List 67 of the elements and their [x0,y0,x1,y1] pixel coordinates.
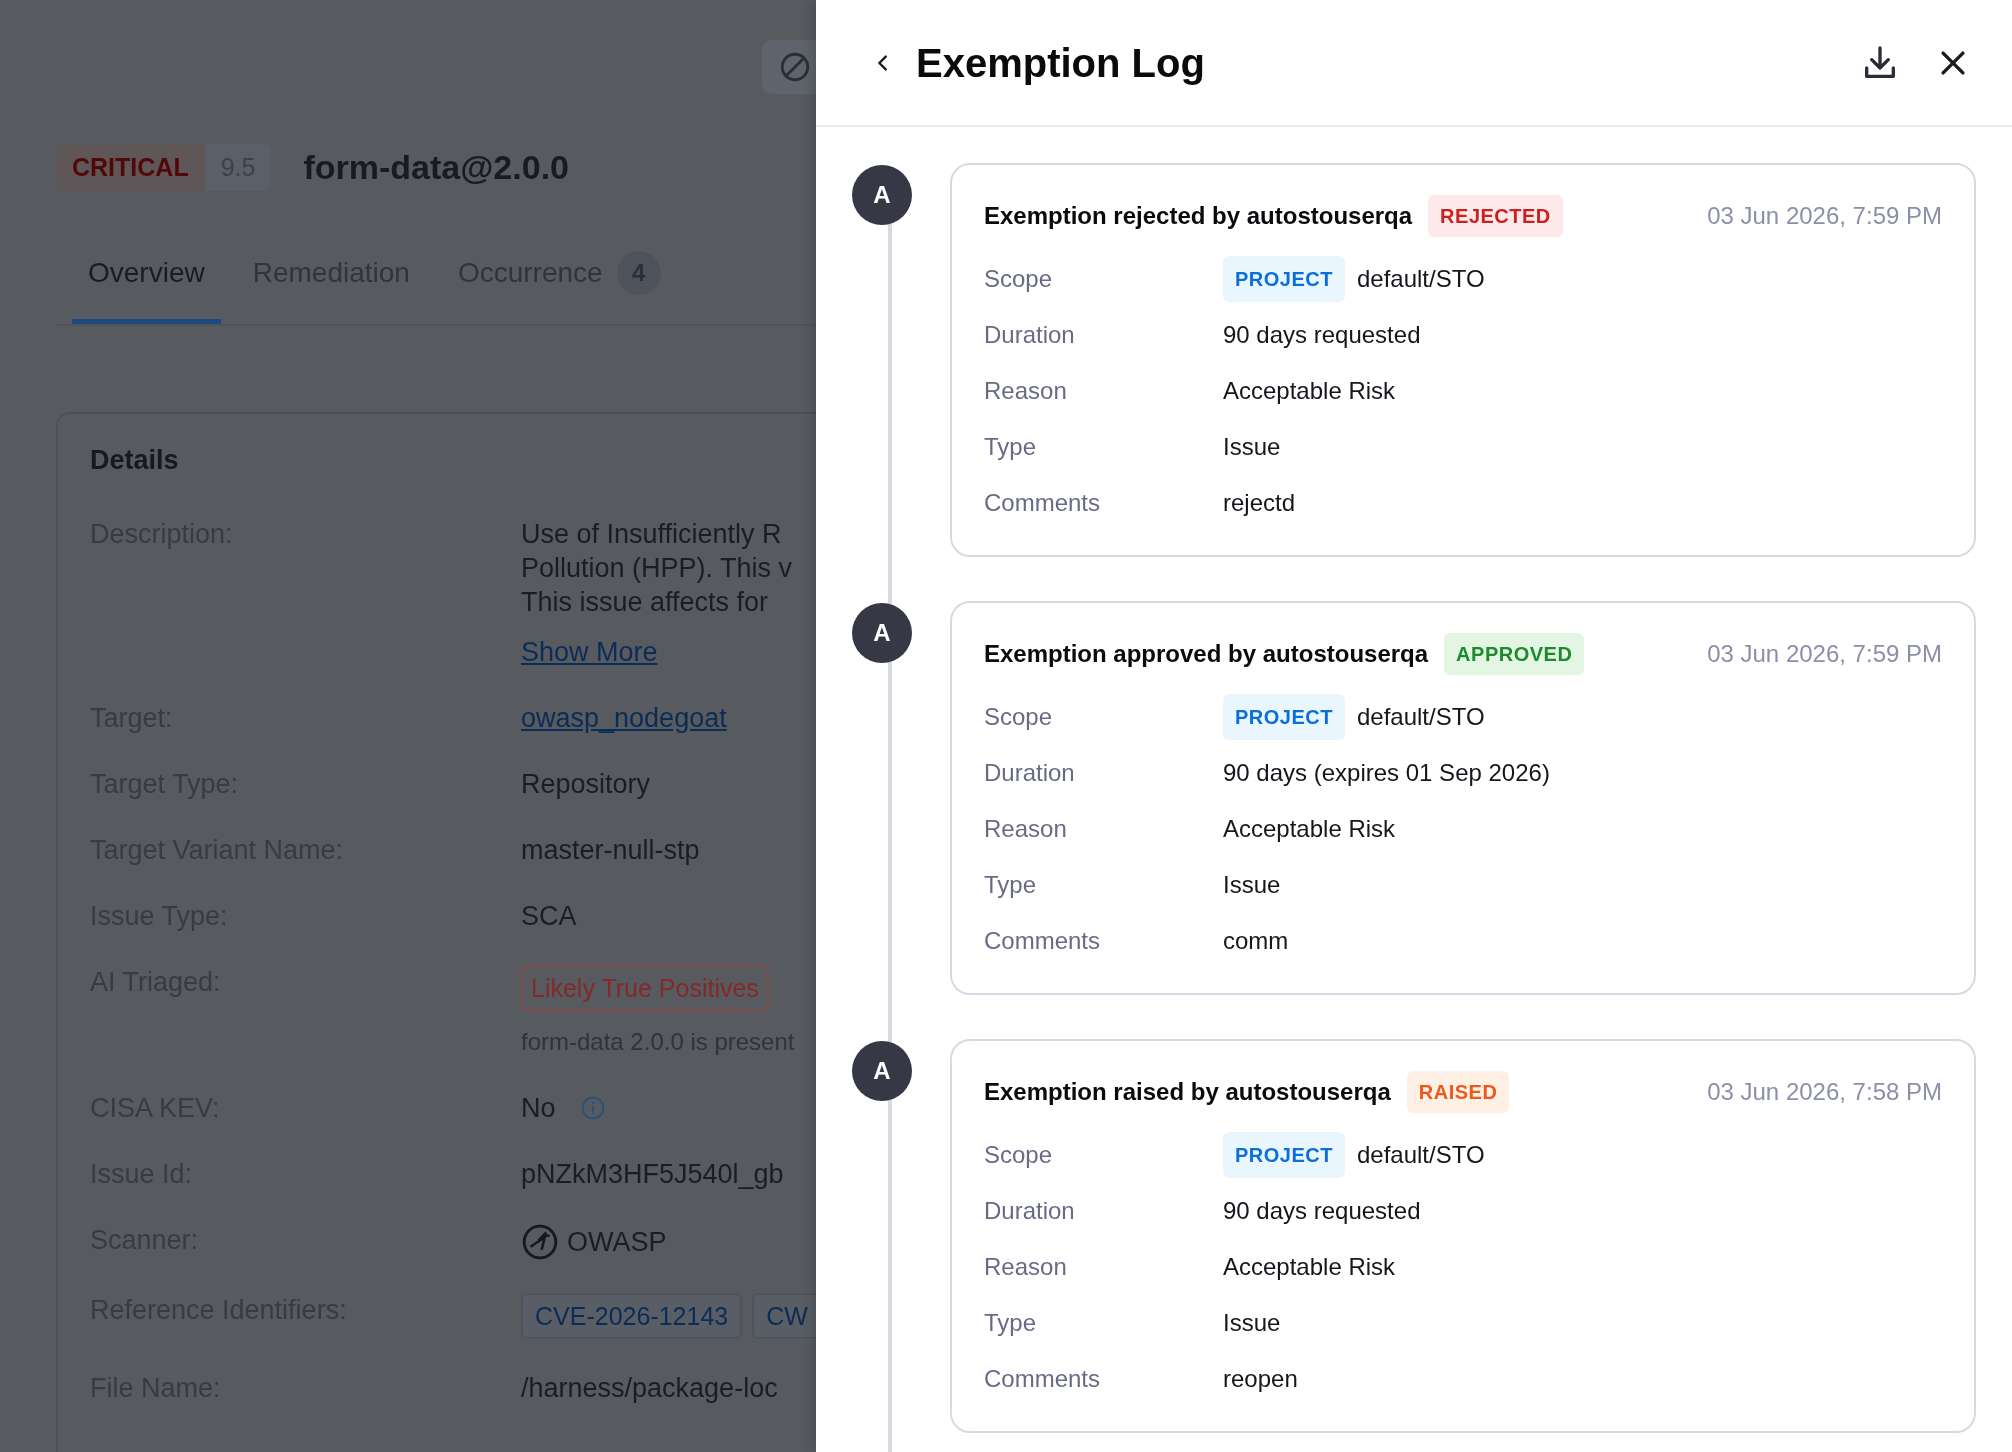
field-label: Reason [984,1252,1068,1282]
field-value: comm [1223,926,1289,956]
issue-title: form-data@2.0.0 [303,147,569,188]
field-value: Acceptable Risk [1223,814,1396,844]
reference-chip[interactable]: CVE-2026-12143 [521,1292,743,1339]
field-value: /harness/package-loc [521,1372,778,1403]
field-label: Type [984,870,1038,900]
field-value: Acceptable Risk [1223,1252,1396,1282]
entry-title: Exemption approved by autostouserqa [984,639,1429,669]
field-label: Duration [984,758,1076,788]
severity-label: CRITICAL [56,144,205,191]
field-label: Duration [984,1196,1076,1226]
field-label: Scope [984,702,1054,732]
field-value: Issue [1223,870,1281,900]
field-value: master-null-stp [521,834,700,865]
drawer-title: Exemption Log [916,39,1206,87]
field-label: Scope [984,1140,1054,1170]
field-label: Type [984,1308,1038,1338]
field-label: Comments [984,926,1102,956]
entry-title: Exemption rejected by autostouserqa [984,201,1413,231]
scope-tag: PROJECT [1223,694,1345,740]
avatar: A [852,1041,912,1101]
ban-icon [778,50,812,84]
avatar: A [852,603,912,663]
timestamp: 03 Jun 2026, 7:59 PM [1707,201,1942,231]
description-line: Use of Insufficiently R [521,517,783,551]
field-value: Repository [521,768,651,799]
scanner-name: OWASP [567,1225,667,1259]
status-tag: APPROVED [1444,633,1585,675]
triage-tag: Likely True Positives [521,964,769,1011]
status-tag: RAISED [1406,1071,1510,1113]
field-value: No [521,1091,556,1125]
description-line: Pollution (HPP). This v [521,551,793,585]
field-label: Reason [984,814,1068,844]
field-value: 90 days requested [1223,320,1421,350]
field-value: rejectd [1223,488,1296,518]
timestamp: 03 Jun 2026, 7:59 PM [1707,639,1942,669]
field-value: 90 days (expires 01 Sep 2026) [1223,758,1550,788]
field-label: Duration [984,320,1076,350]
status-tag: REJECTED [1428,195,1563,237]
show-more-link[interactable]: Show More [521,634,658,669]
field-value: default/STO [1356,702,1485,732]
field-label: Reason [984,376,1068,406]
field-value: 90 days requested [1223,1196,1421,1226]
scanner-logo-icon [521,1222,559,1261]
target-link[interactable]: owasp_nodegoat [521,702,727,733]
field-label: Scope [984,264,1054,294]
field-label: Type [984,432,1038,462]
reference-chip[interactable]: CW [752,1292,816,1339]
field-value: Issue [1223,432,1281,462]
field-value: Issue [1223,1308,1281,1338]
field-value: pNZkM3HF5J540l_gb [521,1158,784,1189]
field-value: default/STO [1356,1140,1485,1170]
description-line: This issue affects for [521,585,770,619]
tab[interactable]: Overview [72,243,221,324]
section-title: Details [90,444,180,477]
field-value: Acceptable Risk [1223,376,1396,406]
entry-title: Exemption raised by autostouserqa [984,1077,1391,1107]
field-value: reopen [1223,1364,1298,1394]
field-value: SCA [521,900,577,931]
avatar: A [852,165,912,225]
field-label: Comments [984,1364,1102,1394]
field-value: default/STO [1356,264,1485,294]
scope-tag: PROJECT [1223,1132,1345,1178]
field-label: Comments [984,488,1102,518]
scope-tag: PROJECT [1223,256,1345,302]
timestamp: 03 Jun 2026, 7:58 PM [1707,1077,1942,1107]
